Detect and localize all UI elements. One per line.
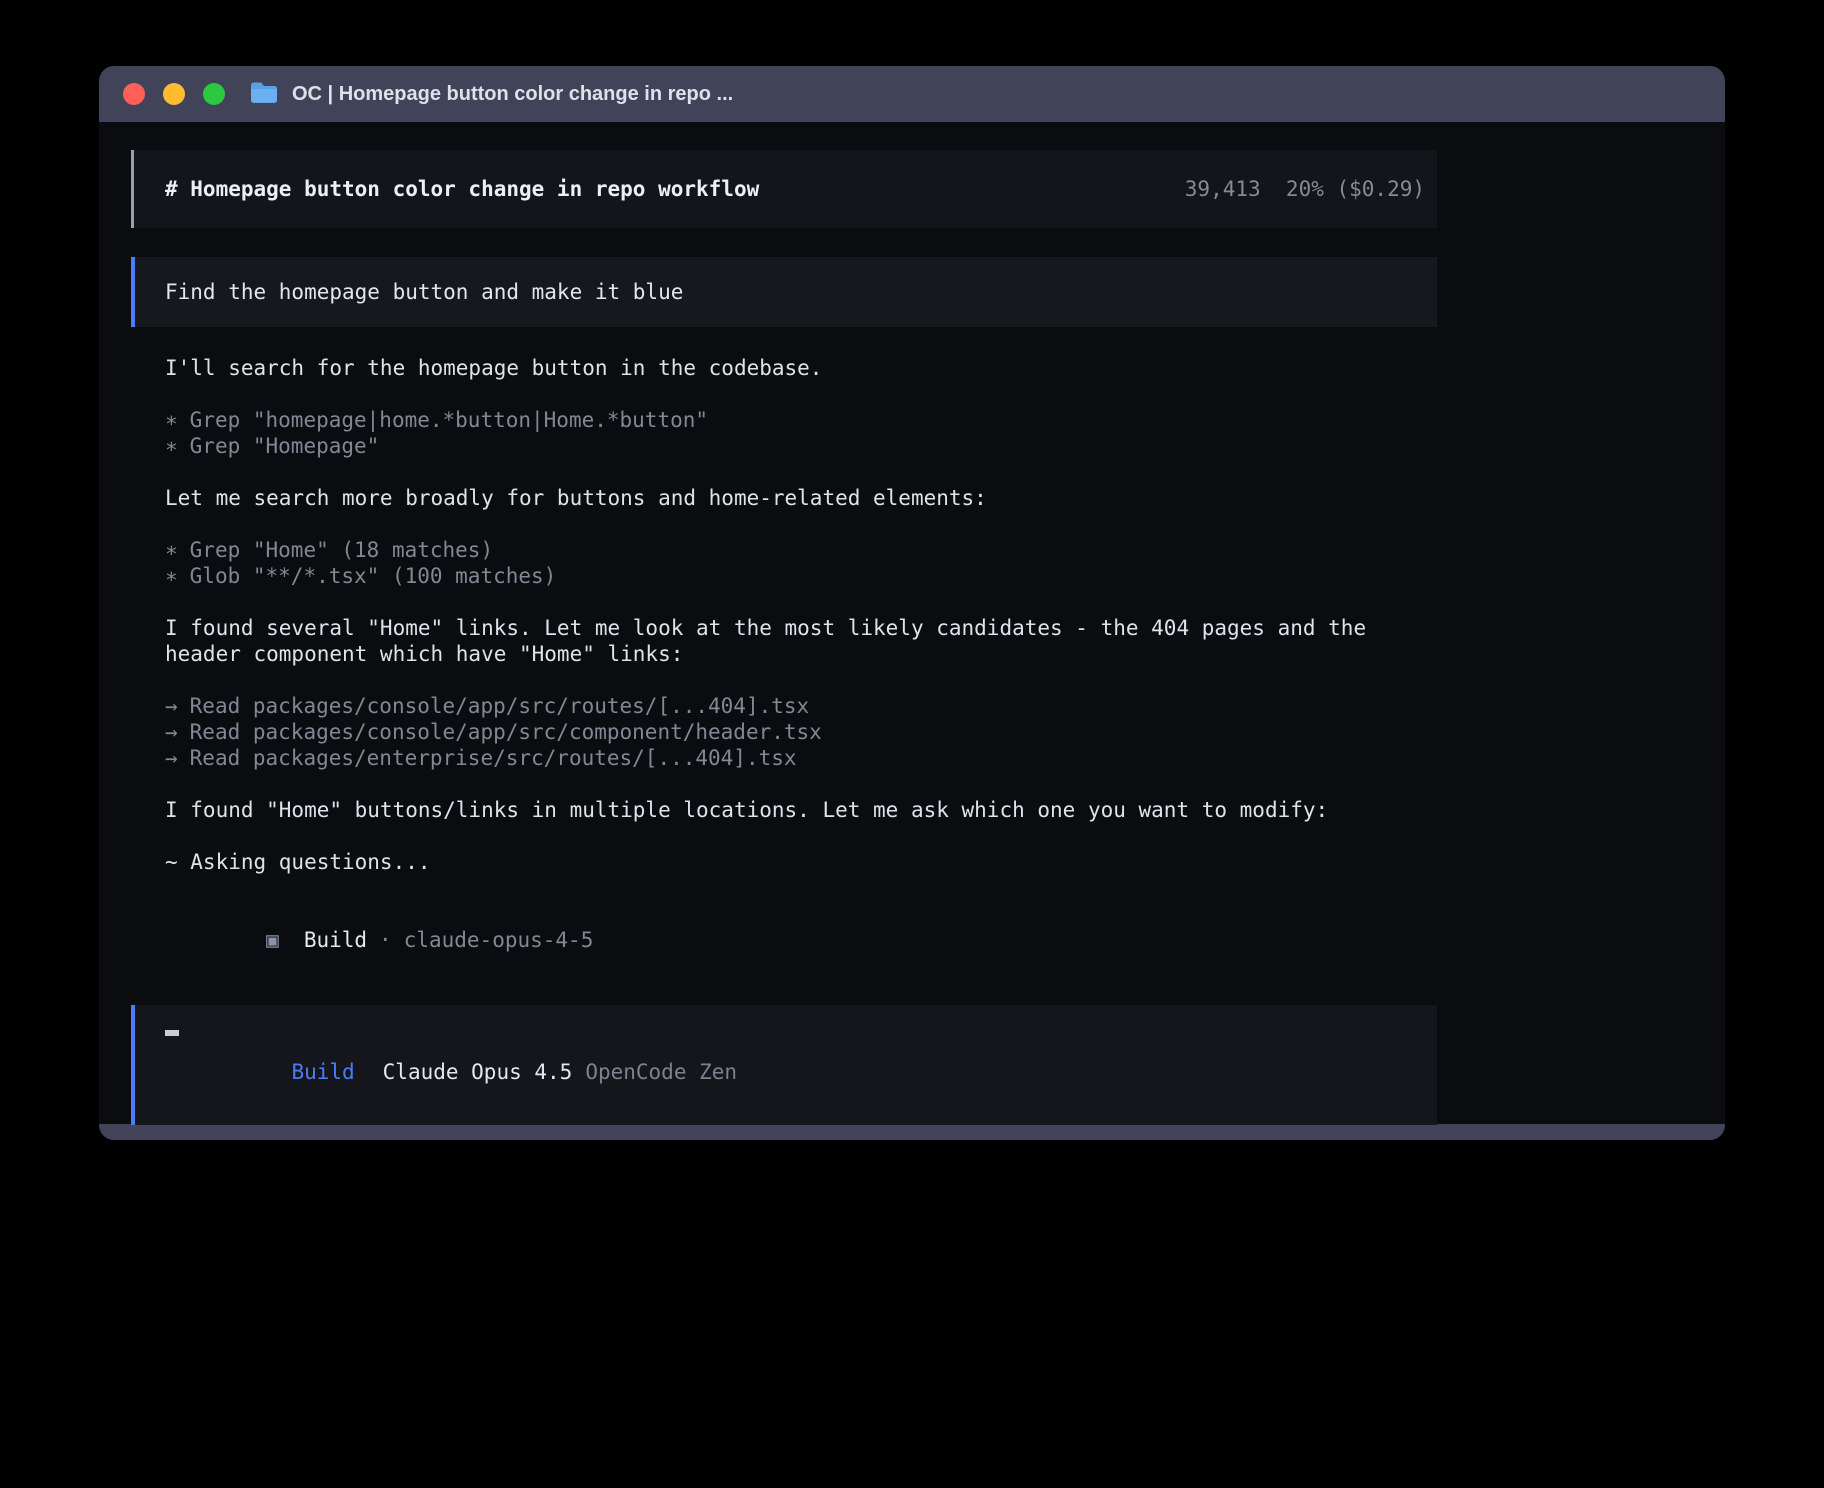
input-agent-label[interactable]: Build — [291, 1060, 354, 1084]
tool-call-line: ∗ Grep "homepage|home.*button|Home.*butto… — [165, 407, 1437, 433]
minimize-button[interactable] — [163, 83, 185, 105]
assistant-message: I'll search for the homepage button in t… — [131, 355, 1437, 381]
assistant-message: I found several "Home" links. Let me loo… — [131, 615, 1437, 667]
session-header: # Homepage button color change in repo w… — [131, 150, 1437, 228]
agent-square-icon: ▣ — [266, 928, 279, 952]
tool-call-line: → Read packages/console/app/src/component… — [165, 719, 1437, 745]
agents-hint: tab agents — [955, 1114, 1233, 1140]
user-message-text: Find the homepage button and make it blu… — [165, 279, 683, 305]
tool-call-group: → Read packages/console/app/src/routes/[.… — [131, 693, 1437, 771]
asterisk-icon: ∗ — [165, 433, 178, 459]
commands-hint: ctrl+p commands — [1261, 1114, 1602, 1140]
status-left-group: esc interrupt — [131, 1114, 586, 1140]
arrow-right-icon: → — [165, 693, 178, 719]
tool-call-line: → Read packages/console/app/src/routes/[.… — [165, 693, 1437, 719]
status-bar: escinterrupt ctrl+tvariants tabagents ct… — [131, 1137, 1437, 1140]
tool-call-text: Read packages/enterprise/src/routes/[...… — [190, 746, 797, 770]
tool-call-text: Read packages/console/app/src/component/… — [190, 720, 822, 744]
user-message-block: Find the homepage button and make it blu… — [131, 257, 1437, 327]
ctrl-t-key: ctrl+t — [738, 1138, 814, 1140]
tab-key: tab — [1107, 1138, 1145, 1140]
variants-hint: ctrl+t variants — [586, 1114, 927, 1140]
tool-call-text: Grep "Home" (18 matches) — [190, 538, 493, 562]
asterisk-icon: ∗ — [165, 563, 178, 589]
tool-call-line: ∗ Grep "Home" (18 matches) — [165, 537, 1437, 563]
tool-call-text: Grep "homepage|home.*button|Home.*button… — [190, 408, 708, 432]
folder-icon — [249, 80, 279, 109]
window-titlebar[interactable]: OC | Homepage button color change in rep… — [99, 66, 1725, 122]
commands-label: commands — [1500, 1138, 1601, 1140]
agent-model: claude-opus-4-5 — [404, 928, 594, 952]
arrow-right-icon: → — [165, 719, 178, 745]
terminal-window: OC | Homepage button color change in rep… — [99, 66, 1725, 1140]
input-meta-row: Build Claude Opus 4.5 OpenCode Zen — [165, 1036, 1437, 1108]
session-stats: 39,413 20% ($0.29) — [1185, 176, 1425, 202]
agent-name: Build — [304, 928, 367, 952]
dot-separator: · — [379, 928, 392, 952]
assistant-message: I found "Home" buttons/links in multiple… — [131, 797, 1437, 823]
agents-label: agents — [1157, 1138, 1233, 1140]
activity-status: ~ Asking questions... — [131, 849, 1437, 875]
traffic-lights — [123, 83, 225, 105]
esc-hint: esc interrupt — [271, 1114, 586, 1140]
variants-label: variants — [826, 1138, 927, 1140]
tool-call-text: Read packages/console/app/src/routes/[..… — [190, 694, 810, 718]
prompt-input[interactable]: Build Claude Opus 4.5 OpenCode Zen — [131, 1005, 1437, 1125]
titlebar-title-group: OC | Homepage button color change in rep… — [249, 80, 733, 109]
agent-summary-line: ▣ Build · claude-opus-4-5 — [131, 901, 1437, 979]
tool-call-text: Glob "**/*.tsx" (100 matches) — [190, 564, 557, 588]
zoom-button[interactable] — [203, 83, 225, 105]
ctrl-p-key: ctrl+p — [1412, 1138, 1488, 1140]
window-title: OC | Homepage button color change in rep… — [292, 83, 733, 106]
session-title: # Homepage button color change in repo w… — [165, 176, 759, 202]
tool-call-line: ∗ Glob "**/*.tsx" (100 matches) — [165, 563, 1437, 589]
asterisk-icon: ∗ — [165, 537, 178, 563]
input-provider-label: OpenCode Zen — [585, 1060, 737, 1084]
esc-key: esc — [423, 1138, 461, 1140]
input-model-label: Claude Opus 4.5 — [383, 1060, 573, 1084]
tool-call-group: ∗ Grep "homepage|home.*button|Home.*butto… — [131, 407, 1437, 459]
assistant-message: Let me search more broadly for buttons a… — [131, 485, 1437, 511]
arrow-right-icon: → — [165, 745, 178, 771]
terminal-content: # Homepage button color change in repo w… — [99, 122, 1725, 1124]
tool-call-text: Grep "Homepage" — [190, 434, 380, 458]
tool-call-line: ∗ Grep "Homepage" — [165, 433, 1437, 459]
tool-call-line: → Read packages/enterprise/src/routes/[..… — [165, 745, 1437, 771]
status-right-group: ctrl+t variants tab agents ctrl+p commands — [586, 1114, 1601, 1140]
asterisk-icon: ∗ — [165, 407, 178, 433]
tool-call-group: ∗ Grep "Home" (18 matches) ∗ Glob "**/*.ts… — [131, 537, 1437, 589]
esc-label: interrupt — [473, 1138, 587, 1140]
close-button[interactable] — [123, 83, 145, 105]
